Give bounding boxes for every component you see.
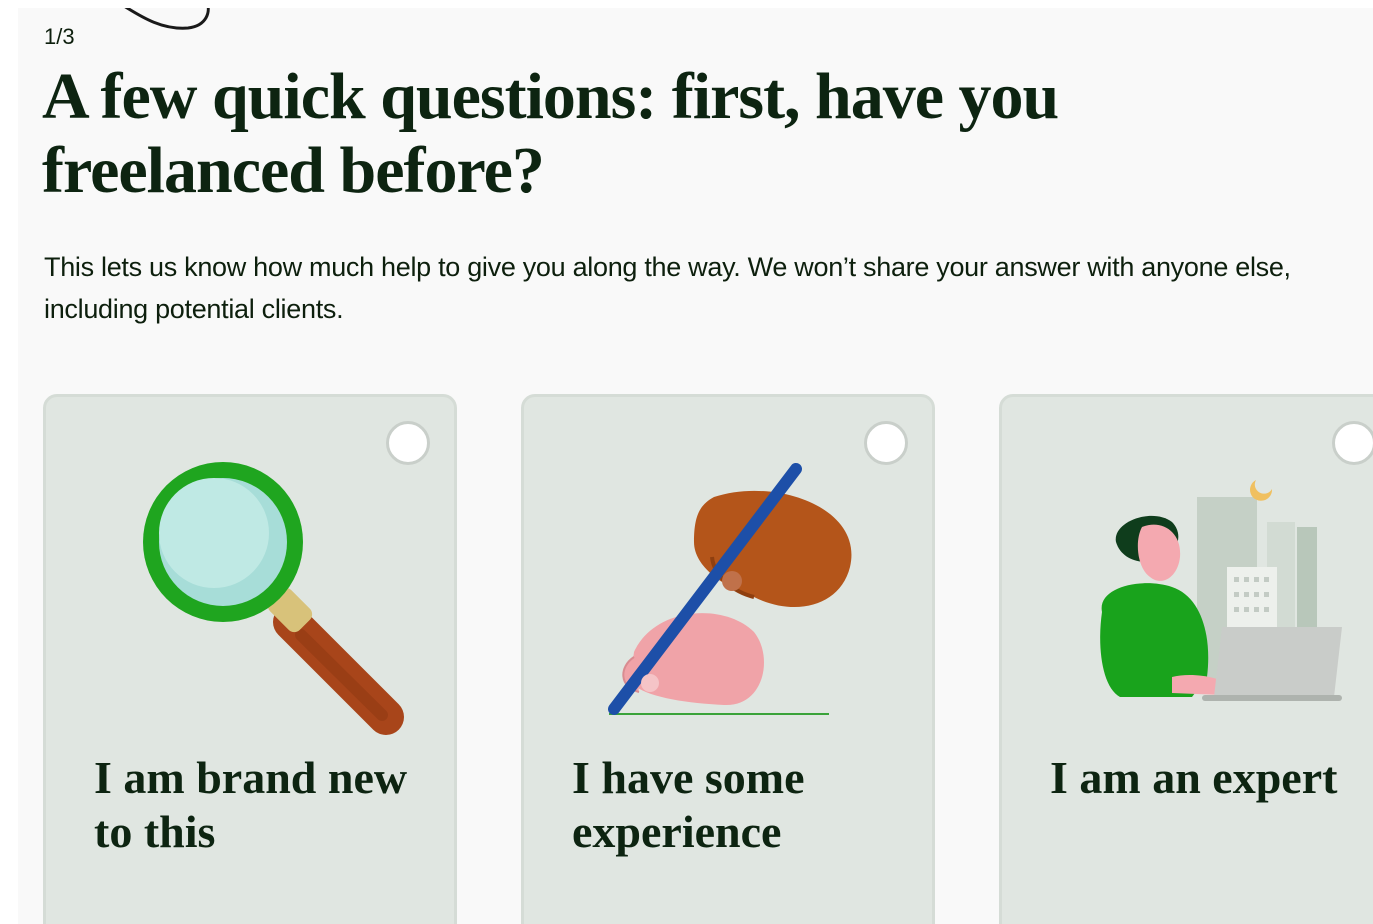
person-at-laptop-icon	[1100, 480, 1342, 701]
step-indicator: 1/3	[44, 24, 75, 49]
hands-writing-icon	[608, 463, 852, 715]
option-label: I am brand new to this	[94, 752, 408, 857]
option-label: I am an expert	[1050, 752, 1338, 803]
option-label: I have some experience	[572, 752, 805, 857]
page-description: This lets us know how much help to give …	[44, 252, 1291, 324]
option-card-brand-new[interactable]: I am brand new to this	[43, 394, 457, 924]
scribble-decoration	[124, 8, 210, 30]
magnifying-glass-icon	[143, 462, 404, 735]
page-title: A few quick questions: first, have you f…	[42, 60, 1059, 207]
onboarding-page: 1/3 A few quick questions: first, have y…	[18, 8, 1373, 924]
option-card-some-experience[interactable]: I have some experience	[521, 394, 935, 924]
option-card-expert[interactable]: I am an expert	[999, 394, 1373, 924]
